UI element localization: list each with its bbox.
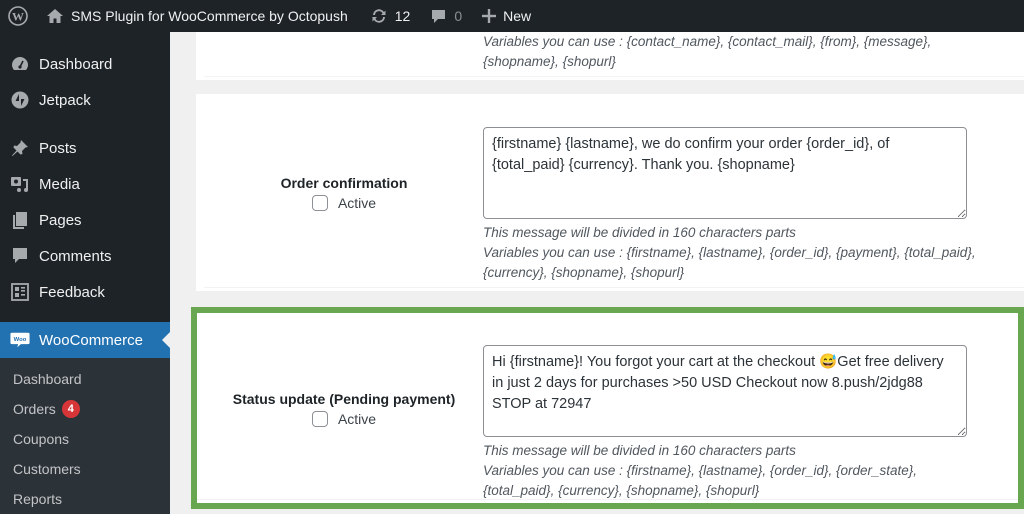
svg-text:W: W [12,10,24,24]
sidebar-item-label: Media [39,175,80,193]
sidebar-item-label: Pages [39,211,82,229]
comment-icon [430,8,447,25]
jetpack-icon [10,90,30,110]
submenu-label: Coupons [13,431,70,447]
admin-bar: W SMS Plugin for WooCommerce by Octopush… [0,0,1024,32]
submenu-item-dashboard[interactable]: Dashboard [0,364,170,394]
media-icon [10,174,30,194]
submenu-label: Customers [13,461,81,477]
orders-count-badge: 4 [61,400,80,418]
new-content-link[interactable]: New [474,0,539,32]
pages-icon [10,210,30,230]
site-name-link[interactable]: SMS Plugin for WooCommerce by Octopush [38,0,356,32]
updates-link[interactable]: 12 [362,0,419,32]
sidebar-item-jetpack[interactable]: Jetpack [0,82,170,118]
sidebar-item-dashboard[interactable]: Dashboard [0,46,170,82]
status-update-message-input[interactable]: Hi {firstname}! You forgot your cart at … [483,345,967,437]
sidebar-item-posts[interactable]: Posts [0,130,170,166]
order-confirmation-help: This message will be divided in 160 char… [483,225,976,280]
svg-text:Woo: Woo [14,337,27,343]
sidebar-item-media[interactable]: Media [0,166,170,202]
submenu-label: Reports [13,491,63,507]
woo-icon: Woo [10,330,30,350]
submenu-item-coupons[interactable]: Coupons [0,424,170,454]
order-confirmation-panel: Order confirmation Active {firstname} {l… [196,94,1024,291]
feedback-icon [10,282,30,302]
pin-icon [10,138,30,158]
sidebar-item-label: Feedback [39,283,105,301]
variables-help: Variables you can use : {contact_name}, … [483,34,932,69]
contact-message-panel: Variables you can use : {contact_name}, … [196,32,1024,80]
order-confirmation-message-input[interactable]: {firstname} {lastname}, we do confirm yo… [483,127,967,219]
order-confirmation-title: Order confirmation [280,175,408,191]
comments-icon [10,246,30,266]
active-label: Active [337,195,377,211]
new-label: New [503,8,532,24]
home-icon [46,8,64,24]
updates-count: 12 [394,8,411,24]
sidebar-item-label: Posts [39,139,77,157]
sidebar-item-feedback[interactable]: Feedback [0,274,170,310]
comments-link[interactable]: 0 [422,0,470,32]
order-confirmation-active-checkbox[interactable] [311,195,328,211]
sidebar-item-label: Jetpack [39,91,91,109]
submenu-label: Orders [13,401,56,417]
sidebar-item-woocommerce[interactable]: Woo WooCommerce [0,322,170,358]
sidebar-item-pages[interactable]: Pages [0,202,170,238]
sidebar-item-comments[interactable]: Comments [0,238,170,274]
wordpress-logo-icon: W [8,6,28,26]
submenu-label: Dashboard [13,371,82,387]
sidebar-item-label: Dashboard [39,55,113,73]
woocommerce-submenu: Dashboard Orders 4 Coupons Customers Repo… [0,358,170,514]
sidebar-item-label: WooCommerce [39,331,143,349]
status-update-help: This message will be divided in 160 char… [483,443,918,498]
submenu-item-customers[interactable]: Customers [0,454,170,484]
site-title: SMS Plugin for WooCommerce by Octopush [71,8,348,24]
submenu-item-orders[interactable]: Orders 4 [0,394,170,424]
dashboard-icon [10,54,30,74]
updates-icon [370,7,388,25]
admin-sidebar: Dashboard Jetpack Posts Media Pages Comm… [0,32,170,514]
sidebar-item-label: Comments [39,247,112,265]
status-update-title: Status update (Pending payment) [232,391,456,407]
main-content: Variables you can use : {contact_name}, … [170,32,1024,510]
status-update-panel: Status update (Pending payment) Active H… [191,307,1024,509]
active-label: Active [337,411,377,427]
plus-icon [482,9,497,23]
comments-count: 0 [454,8,463,24]
status-update-active-checkbox[interactable] [311,411,328,427]
wordpress-menu[interactable]: W [0,0,38,32]
